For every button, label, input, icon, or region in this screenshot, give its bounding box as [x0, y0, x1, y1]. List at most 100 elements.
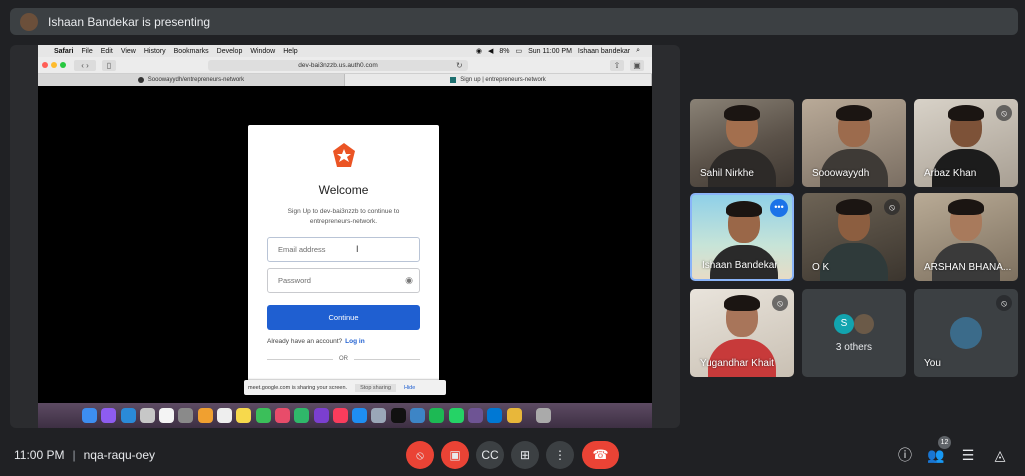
email-field: Email address I: [267, 237, 420, 262]
tab-github-label: Sooowayydh/entrepreneurs-network: [147, 77, 245, 83]
window-controls: [42, 62, 69, 68]
shared-screen: Safari File Edit View History Bookmarks …: [10, 45, 680, 428]
mac-desktop: Safari File Edit View History Bookmarks …: [38, 45, 652, 428]
captions-icon: CC: [481, 448, 499, 462]
battery-icon: ▭: [515, 48, 523, 55]
menubar-time: Sun 11:00 PM: [528, 47, 572, 55]
avatar: [854, 313, 874, 334]
url-text: dev-bai3nzzb.us.auth0.com: [298, 62, 378, 69]
activities-button[interactable]: ◬: [990, 445, 1010, 465]
or-text: OR: [339, 356, 348, 362]
vscode-icon: [487, 408, 503, 423]
email-placeholder: Email address: [278, 245, 326, 254]
continue-button: Continue: [267, 305, 420, 330]
zoom-window-icon: [60, 62, 66, 68]
battery-level: 8%: [499, 47, 510, 55]
photo-booth-icon: [274, 408, 290, 423]
menu-develop: Develop: [216, 47, 243, 55]
participant-name: Arbaz Khan: [924, 168, 977, 179]
back-forward-icon: ‹ ›: [74, 60, 96, 71]
participant-name: Sahil Nirkhe: [700, 168, 754, 179]
participant-tile[interactable]: Sooowayydh: [802, 99, 906, 187]
more-options-button[interactable]: ⋮: [546, 441, 574, 469]
info-icon: ⓘ: [898, 447, 912, 463]
menu-file: File: [81, 47, 93, 55]
notes-icon: [217, 408, 233, 423]
present-icon: ⊞: [519, 448, 531, 462]
mic-off-icon: ⦸: [996, 105, 1012, 121]
activities-icon: ◬: [994, 447, 1006, 463]
participant-tile-presenter[interactable]: ••• Ishaan Bandekar: [690, 193, 794, 281]
participant-tile[interactable]: Sahil Nirkhe: [690, 99, 794, 187]
finder-icon: [82, 408, 97, 423]
login-prompt-text: Already have an account?: [267, 338, 343, 345]
safari-tabs: Sooowayydh/entrepreneurs-network Sign up…: [38, 74, 652, 86]
close-window-icon: [42, 62, 48, 68]
tab-signup: Sign up | entrepreneurs-network: [345, 74, 652, 86]
menu-history: History: [143, 47, 166, 55]
more-options-icon[interactable]: •••: [770, 199, 788, 217]
password-field: Password ◉: [267, 268, 420, 293]
text-cursor-icon: I: [356, 244, 359, 254]
auth-subtitle: Sign Up to dev-bai3nzzb to continue to e…: [287, 208, 400, 225]
others-tile[interactable]: S 3 others: [802, 289, 906, 377]
system-preferences-icon: [178, 408, 194, 423]
menu-safari: Safari: [54, 47, 74, 55]
sidebar-icon: ▯: [102, 60, 116, 71]
spotify-icon: [429, 408, 445, 423]
calendar-icon: [159, 408, 175, 423]
imovie-icon: [313, 408, 329, 423]
menu-view: View: [120, 47, 136, 55]
meeting-code: nqa-raqu-oey: [83, 448, 155, 462]
keynote-icon: [410, 408, 426, 423]
avatar: S: [834, 313, 854, 334]
phone-hangup-icon: ☎: [592, 447, 609, 462]
volume-icon: ◀: [487, 48, 494, 55]
leave-call-button[interactable]: ☎: [582, 441, 619, 469]
meeting-details-button[interactable]: ⓘ: [895, 445, 915, 465]
mic-toggle-button[interactable]: ⦸: [406, 441, 434, 469]
mic-off-icon: ⦸: [416, 448, 424, 462]
meeting-controls-bar: 11:00 PM | nqa-raqu-oey ⦸ ▣ CC ⊞ ⋮ ☎ ⓘ 👥…: [0, 436, 1025, 476]
participant-name: Sooowayydh: [812, 168, 870, 179]
meeting-time: 11:00 PM: [14, 448, 65, 462]
activity-monitor-icon: [390, 408, 406, 423]
participant-tile[interactable]: ⦸ Yugandhar Khait: [690, 289, 794, 377]
chat-icon: ☰: [961, 447, 975, 463]
presenter-banner: Ishaan Bandekar is presenting: [10, 8, 1018, 35]
hide-button: Hide: [403, 384, 416, 391]
numbers-icon: [294, 408, 310, 423]
participant-tile[interactable]: ARSHAN BHANA...: [914, 193, 1018, 281]
self-tile[interactable]: ⦸ You: [914, 289, 1018, 377]
share-icon: ⇧: [610, 60, 624, 71]
chat-button[interactable]: ☰: [958, 445, 978, 465]
more-vert-icon: ⋮: [554, 448, 566, 462]
captions-button[interactable]: CC: [476, 441, 504, 469]
github-desktop-icon: [467, 408, 483, 423]
trash-icon: [535, 408, 551, 423]
menu-help: Help: [283, 47, 298, 55]
present-button[interactable]: ⊞: [511, 441, 539, 469]
menu-bookmarks: Bookmarks: [173, 47, 209, 55]
camera-toggle-button[interactable]: ▣: [441, 441, 469, 469]
chrome-icon: [506, 408, 522, 423]
mac-dock: [38, 403, 652, 428]
auth0-icon: [450, 77, 457, 83]
people-icon: 👥: [927, 447, 945, 463]
safari-toolbar: ‹ › ▯ dev-bai3nzzb.us.auth0.com ↻ ⇧ ▣: [38, 57, 652, 74]
tabs-overview-icon: ▣: [630, 60, 644, 71]
people-count-badge: 12: [938, 436, 951, 449]
facetime-icon: [255, 408, 271, 423]
whatsapp-icon: [448, 408, 464, 423]
participant-name: Ishaan Bandekar: [702, 260, 778, 271]
participant-tile[interactable]: ⦸ Arbaz Khan: [914, 99, 1018, 187]
menu-edit: Edit: [100, 47, 113, 55]
mic-off-icon: ⦸: [772, 295, 788, 311]
wifi-icon: ◉: [475, 48, 482, 55]
participant-tile[interactable]: ⦸ O K: [802, 193, 906, 281]
menubar-user: Ishaan bandekar: [577, 47, 631, 55]
mic-off-icon: ⦸: [884, 199, 900, 215]
tab-signup-label: Sign up | entrepreneurs-network: [460, 77, 546, 83]
or-divider: OR: [267, 356, 420, 362]
menu-window: Window: [250, 47, 276, 55]
